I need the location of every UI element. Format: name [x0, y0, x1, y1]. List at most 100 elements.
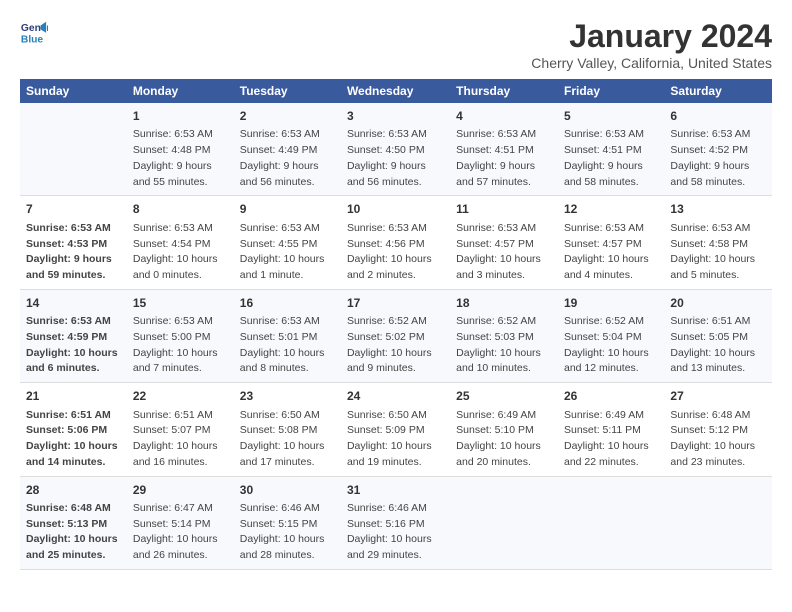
day-number: 19 [564, 295, 658, 312]
day-info: Sunrise: 6:49 AMSunset: 5:11 PMDaylight:… [564, 408, 658, 471]
day-info: Sunrise: 6:46 AMSunset: 5:16 PMDaylight:… [347, 501, 444, 564]
col-header-thursday: Thursday [450, 79, 558, 103]
day-cell: 19 Sunrise: 6:52 AMSunset: 5:04 PMDayligh… [558, 289, 664, 382]
day-info: Sunrise: 6:47 AMSunset: 5:14 PMDaylight:… [133, 501, 228, 564]
day-cell: 30 Sunrise: 6:46 AMSunset: 5:15 PMDayligh… [234, 476, 341, 569]
day-info: Sunrise: 6:49 AMSunset: 5:10 PMDaylight:… [456, 408, 552, 471]
week-row-5: 28 Sunrise: 6:48 AMSunset: 5:13 PMDayligh… [20, 476, 772, 569]
day-number: 26 [564, 388, 658, 405]
day-info: Sunrise: 6:53 AMSunset: 4:57 PMDaylight:… [456, 221, 552, 284]
logo: General Blue [20, 18, 48, 46]
day-cell: 23 Sunrise: 6:50 AMSunset: 5:08 PMDayligh… [234, 383, 341, 476]
day-number: 10 [347, 201, 444, 218]
day-number: 6 [670, 108, 766, 125]
day-info: Sunrise: 6:51 AMSunset: 5:05 PMDaylight:… [670, 314, 766, 377]
svg-text:Blue: Blue [21, 34, 44, 45]
day-number: 15 [133, 295, 228, 312]
title-section: January 2024 Cherry Valley, California, … [531, 18, 772, 71]
day-info: Sunrise: 6:53 AMSunset: 4:58 PMDaylight:… [670, 221, 766, 284]
day-number: 5 [564, 108, 658, 125]
day-cell: 12Sunrise: 6:53 AMSunset: 4:57 PMDayligh… [558, 196, 664, 289]
day-cell: 1Sunrise: 6:53 AMSunset: 4:48 PMDaylight… [127, 103, 234, 196]
day-info: Sunrise: 6:51 AMSunset: 5:07 PMDaylight:… [133, 408, 228, 471]
day-cell: 14 Sunrise: 6:53 AMSunset: 4:59 PMDayligh… [20, 289, 127, 382]
day-number: 24 [347, 388, 444, 405]
col-header-tuesday: Tuesday [234, 79, 341, 103]
day-cell: 2 Sunrise: 6:53 AMSunset: 4:49 PMDaylight… [234, 103, 341, 196]
day-number: 31 [347, 482, 444, 499]
day-cell: 3Sunrise: 6:53 AMSunset: 4:50 PMDaylight… [341, 103, 450, 196]
day-cell: 4 Sunrise: 6:53 AMSunset: 4:51 PMDaylight… [450, 103, 558, 196]
day-info: Sunrise: 6:48 AMSunset: 5:12 PMDaylight:… [670, 408, 766, 471]
day-info: Sunrise: 6:53 AMSunset: 4:51 PMDaylight:… [564, 127, 658, 190]
day-cell [664, 476, 772, 569]
day-info: Sunrise: 6:50 AMSunset: 5:08 PMDaylight:… [240, 408, 335, 471]
day-number: 17 [347, 295, 444, 312]
subtitle: Cherry Valley, California, United States [531, 55, 772, 71]
day-number: 13 [670, 201, 766, 218]
day-info: Sunrise: 6:53 AMSunset: 4:51 PMDaylight:… [456, 127, 552, 190]
day-info: Sunrise: 6:52 AMSunset: 5:02 PMDaylight:… [347, 314, 444, 377]
col-header-monday: Monday [127, 79, 234, 103]
day-cell: 22 Sunrise: 6:51 AMSunset: 5:07 PMDayligh… [127, 383, 234, 476]
day-info: Sunrise: 6:52 AMSunset: 5:04 PMDaylight:… [564, 314, 658, 377]
day-number: 25 [456, 388, 552, 405]
day-cell: 13 Sunrise: 6:53 AMSunset: 4:58 PMDayligh… [664, 196, 772, 289]
day-number: 16 [240, 295, 335, 312]
day-cell: 9 Sunrise: 6:53 AMSunset: 4:55 PMDaylight… [234, 196, 341, 289]
day-number: 27 [670, 388, 766, 405]
day-cell: 16 Sunrise: 6:53 AMSunset: 5:01 PMDayligh… [234, 289, 341, 382]
logo-icon: General Blue [20, 18, 48, 46]
day-cell: 18Sunrise: 6:52 AMSunset: 5:03 PMDayligh… [450, 289, 558, 382]
day-cell: 5 Sunrise: 6:53 AMSunset: 4:51 PMDaylight… [558, 103, 664, 196]
day-number: 22 [133, 388, 228, 405]
day-number: 14 [26, 295, 121, 312]
day-cell: 25 Sunrise: 6:49 AMSunset: 5:10 PMDayligh… [450, 383, 558, 476]
day-info: Sunrise: 6:53 AMSunset: 5:00 PMDaylight:… [133, 314, 228, 377]
day-number: 23 [240, 388, 335, 405]
day-number: 8 [133, 201, 228, 218]
day-number: 29 [133, 482, 228, 499]
day-cell: 29 Sunrise: 6:47 AMSunset: 5:14 PMDayligh… [127, 476, 234, 569]
day-info: Sunrise: 6:48 AMSunset: 5:13 PMDaylight:… [26, 501, 121, 564]
day-number: 12 [564, 201, 658, 218]
day-cell: 10 Sunrise: 6:53 AMSunset: 4:56 PMDayligh… [341, 196, 450, 289]
day-number: 9 [240, 201, 335, 218]
day-number: 4 [456, 108, 552, 125]
week-row-4: 21Sunrise: 6:51 AMSunset: 5:06 PMDayligh… [20, 383, 772, 476]
day-number: 28 [26, 482, 121, 499]
day-info: Sunrise: 6:53 AMSunset: 4:53 PMDaylight:… [26, 221, 121, 284]
header-row: SundayMondayTuesdayWednesdayThursdayFrid… [20, 79, 772, 103]
day-info: Sunrise: 6:53 AMSunset: 4:56 PMDaylight:… [347, 221, 444, 284]
day-number: 18 [456, 295, 552, 312]
day-cell: 6 Sunrise: 6:53 AMSunset: 4:52 PMDaylight… [664, 103, 772, 196]
col-header-sunday: Sunday [20, 79, 127, 103]
day-info: Sunrise: 6:53 AMSunset: 4:59 PMDaylight:… [26, 314, 121, 377]
header-row: General Blue January 2024 Cherry Valley,… [20, 18, 772, 71]
col-header-friday: Friday [558, 79, 664, 103]
day-number: 2 [240, 108, 335, 125]
week-row-1: 1Sunrise: 6:53 AMSunset: 4:48 PMDaylight… [20, 103, 772, 196]
col-header-saturday: Saturday [664, 79, 772, 103]
day-info: Sunrise: 6:53 AMSunset: 5:01 PMDaylight:… [240, 314, 335, 377]
main-title: January 2024 [531, 18, 772, 55]
day-cell: 15 Sunrise: 6:53 AMSunset: 5:00 PMDayligh… [127, 289, 234, 382]
day-cell [20, 103, 127, 196]
day-number: 3 [347, 108, 444, 125]
calendar-table: SundayMondayTuesdayWednesdayThursdayFrid… [20, 79, 772, 570]
page-container: General Blue January 2024 Cherry Valley,… [0, 0, 792, 580]
day-cell: 17 Sunrise: 6:52 AMSunset: 5:02 PMDayligh… [341, 289, 450, 382]
day-number: 7 [26, 201, 121, 218]
day-info: Sunrise: 6:53 AMSunset: 4:49 PMDaylight:… [240, 127, 335, 190]
day-cell: 21Sunrise: 6:51 AMSunset: 5:06 PMDayligh… [20, 383, 127, 476]
week-row-2: 7 Sunrise: 6:53 AMSunset: 4:53 PMDaylight… [20, 196, 772, 289]
day-info: Sunrise: 6:53 AMSunset: 4:54 PMDaylight:… [133, 221, 228, 284]
day-info: Sunrise: 6:53 AMSunset: 4:55 PMDaylight:… [240, 221, 335, 284]
day-cell: 31 Sunrise: 6:46 AMSunset: 5:16 PMDayligh… [341, 476, 450, 569]
day-cell [558, 476, 664, 569]
day-info: Sunrise: 6:46 AMSunset: 5:15 PMDaylight:… [240, 501, 335, 564]
day-info: Sunrise: 6:53 AMSunset: 4:52 PMDaylight:… [670, 127, 766, 190]
day-number: 30 [240, 482, 335, 499]
day-number: 20 [670, 295, 766, 312]
day-cell: 26 Sunrise: 6:49 AMSunset: 5:11 PMDayligh… [558, 383, 664, 476]
